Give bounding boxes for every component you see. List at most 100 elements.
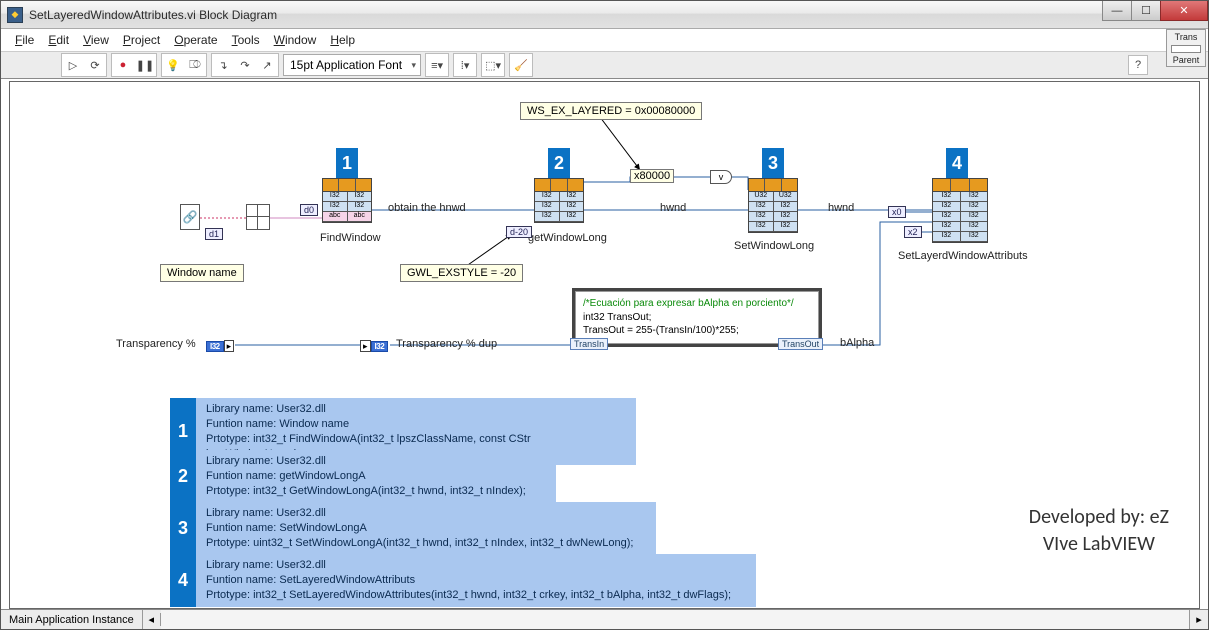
status-instance: Main Application Instance [1,610,143,629]
array-index-icon[interactable] [246,204,270,230]
menu-file[interactable]: File [15,33,34,47]
distribute-group: ⁞▾ [453,53,477,77]
desc1-fn: Funtion name: Window name [206,417,626,432]
font-label: 15pt Application Font [290,58,402,72]
label-hwnd-2: hwnd [828,202,854,214]
desc-block-2: 2 Library name: User32.dll Funtion name:… [170,450,556,503]
retain-wire-button[interactable]: ⎄ [185,55,205,75]
node-getwindowlong[interactable]: 2 I32I32 I32I32 I32I32 getWindowLong [534,178,584,223]
const-d1[interactable]: d1 [205,228,223,240]
label-setwindowlong: SetWindowLong [734,240,814,252]
annotation-window-name: Window name [160,264,244,282]
desc3-pt: Prtotype: uint32_t SetWindowLongA(int32_… [206,536,646,551]
statusbar: Main Application Instance ◂ ▸ [1,609,1208,629]
context-thumb [1171,45,1201,53]
context-line1: Trans [1167,32,1205,43]
menu-help[interactable]: Help [330,33,355,47]
pause-button[interactable]: ❚❚ [135,55,155,75]
desc3-fn: Funtion name: SetWindowLongA [206,521,646,536]
run-button[interactable]: ▷ [63,55,83,75]
desc4-lib: Library name: User32.dll [206,558,746,573]
font-selector[interactable]: 15pt Application Font [283,54,421,76]
hscroll-right[interactable]: ▸ [1190,613,1208,626]
menu-project[interactable]: Project [123,33,160,47]
step-into-button[interactable]: ↴ [213,55,233,75]
formula-in-port[interactable]: TransIn [570,338,608,350]
exec-group: ● ❚❚ [111,53,157,77]
minimize-button[interactable]: — [1102,1,1132,21]
menu-operate[interactable]: Operate [174,33,217,47]
const-x2[interactable]: x2 [904,226,922,238]
highlight-exec-button[interactable]: 💡 [163,55,183,75]
run-group: ▷ ⟳ [61,53,107,77]
formula-comment: /*Ecuación para expresar bAlpha en porci… [583,297,811,311]
cleanup-group: 🧹 [509,53,533,77]
i32-icon: I32 [371,341,389,352]
desc-num-2: 2 [170,450,196,503]
annotation-gwl-exstyle: GWL_EXSTYLE = -20 [400,264,523,282]
desc2-lib: Library name: User32.dll [206,454,546,469]
debug-group: 💡 ⎄ [161,53,207,77]
desc2-pt: Prtotype: int32_t GetWindowLongA(int32_t… [206,484,546,499]
const-x0[interactable]: x0 [888,206,906,218]
desc-num-3: 3 [170,502,196,555]
close-button[interactable]: ✕ [1160,1,1208,21]
desc3-lib: Library name: User32.dll [206,506,646,521]
desc-num-4: 4 [170,554,196,607]
annotation-ws-ex-layered: WS_EX_LAYERED = 0x00080000 [520,102,702,120]
reorder-button[interactable]: ⬚▾ [483,55,503,75]
step-over-button[interactable]: ↷ [235,55,255,75]
tag-4: 4 [946,148,968,178]
formula-out-port[interactable]: TransOut [778,338,823,350]
labview-window: ◆ SetLayeredWindowAttributes.vi Block Di… [0,0,1209,630]
label-hwnd-1: hwnd [660,202,686,214]
or-gate-icon[interactable]: v [710,170,732,184]
node-setlayered[interactable]: 4 I32I32 I32I32 I32I32 I32I32 I32I32 Set… [932,178,988,243]
window-title: SetLayeredWindowAttributes.vi Block Diag… [29,8,277,22]
menu-view[interactable]: View [83,33,109,47]
menu-window[interactable]: Window [274,33,317,47]
credit-line1: Developed by: eZ [1029,504,1169,531]
toolbar: ▷ ⟳ ● ❚❚ 💡 ⎄ ↴ ↷ ↗ 15pt Application Font… [1,51,1208,79]
credit-line2: VIve LabVIEW [1029,531,1169,558]
credit-text: Developed by: eZ VIve LabVIEW [1029,504,1169,558]
desc2-fn: Funtion name: getWindowLongA [206,469,546,484]
label-transparency-dup: Transparency % dup [396,338,497,350]
node-setwindowlong[interactable]: 3 U32U32 I32I32 I32I32 I32I32 SetWindowL… [748,178,798,233]
label-getwindowlong: getWindowLong [528,232,607,244]
step-group: ↴ ↷ ↗ [211,53,279,77]
menubar: File Edit View Project Operate Tools Win… [1,29,1208,51]
block-diagram-canvas[interactable]: WS_EX_LAYERED = 0x00080000 x80000 v 🔗 d1… [9,81,1200,609]
context-line2: Parent [1167,55,1205,66]
hscroll-left[interactable]: ◂ [143,613,161,626]
toolbar-right: ? [1128,55,1148,75]
run-cont-button[interactable]: ⟳ [85,55,105,75]
menu-edit[interactable]: Edit [48,33,69,47]
transparency-dup-terminal[interactable]: ▸I32 [360,338,388,352]
titlebar[interactable]: ◆ SetLayeredWindowAttributes.vi Block Di… [1,1,1208,29]
i32-icon: I32 [206,341,224,352]
label-findwindow: FindWindow [320,232,381,244]
context-help-box[interactable]: Trans Parent [1166,29,1206,67]
vi-refnum-icon[interactable]: 🔗 [180,204,200,230]
menu-tools[interactable]: Tools [232,33,260,47]
maximize-button[interactable]: ☐ [1131,1,1161,21]
transparency-terminal[interactable]: I32▸ [206,338,234,352]
distribute-button[interactable]: ⁞▾ [455,55,475,75]
hscroll-track[interactable] [161,610,1190,629]
desc4-fn: Funtion name: SetLayeredWindowAttributs [206,573,746,588]
cleanup-button[interactable]: 🧹 [511,55,531,75]
const-d0[interactable]: d0 [300,204,318,216]
abort-button[interactable]: ● [113,55,133,75]
node-findwindow[interactable]: 1 I32I32 I32I32 abcabc FindWindow [322,178,372,223]
help-button[interactable]: ? [1128,55,1148,75]
const-x80000[interactable]: x80000 [630,169,674,183]
align-button[interactable]: ≡▾ [427,55,447,75]
label-setlayered: SetLayerdWindowAttributs [898,250,1028,262]
step-out-button[interactable]: ↗ [257,55,277,75]
desc-block-4: 4 Library name: User32.dll Funtion name:… [170,554,756,607]
desc4-pt: Prtotype: int32_t SetLayeredWindowAttrib… [206,588,746,603]
formula-line1: int32 TransOut; [583,311,811,325]
formula-line2: TransOut = 255-(TransIn/100)*255; [583,324,811,338]
const-dneg20[interactable]: d-20 [506,226,532,238]
